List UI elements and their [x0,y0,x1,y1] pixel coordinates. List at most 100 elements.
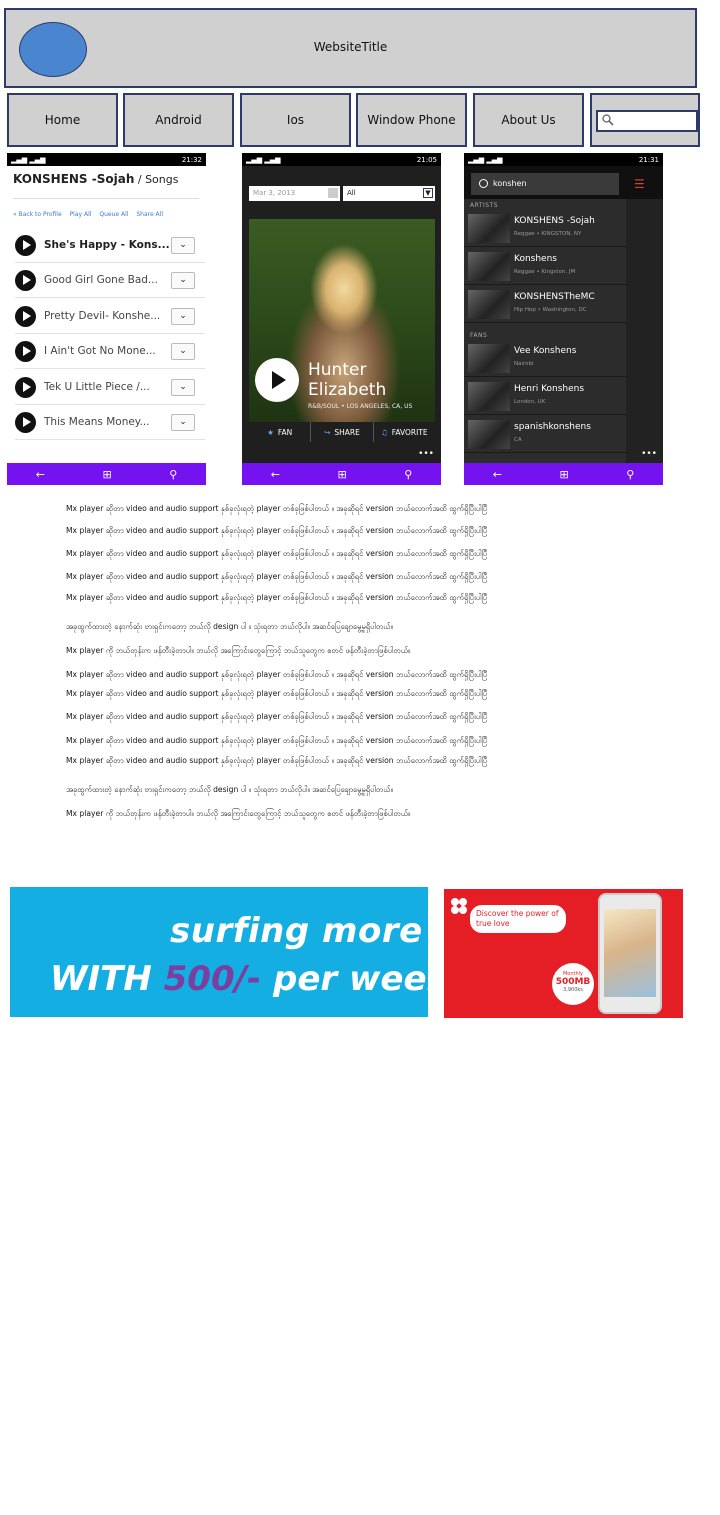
status-time: 21:05 [416,155,437,164]
song-title: She's Happy - Kons... [44,239,170,251]
search-input[interactable]: konshen [471,173,619,195]
more-icon[interactable]: ••• [418,449,434,459]
text-line: Mx player ဆိုတာ video and audio support … [66,504,488,513]
text-line: Mx player ဆိုတာ video and audio support … [66,593,488,602]
play-icon[interactable] [15,270,36,291]
menu-icon[interactable]: ☰ [634,177,645,191]
back-arrow-icon[interactable]: ← [493,468,502,481]
nav-home[interactable]: Home [7,93,118,147]
artist-thumbnail [468,214,510,243]
text-line: Mx player ကို ဘယ်တုန်းက ဖန်တီးခဲ့တာပါ။ ဘ… [66,809,411,818]
play-icon[interactable] [15,235,36,256]
result-meta: Nairobi [514,361,534,367]
filter-select[interactable]: All ▼ [343,186,435,201]
signal-icon: ▂▄▆ ▂▄▆ [468,155,503,164]
date-field[interactable]: Mar 3, 2013 [249,186,340,201]
search-query: konshen [493,179,527,188]
song-row[interactable]: Pretty Devil- Konshe... ⌄ [15,300,205,334]
share-button[interactable]: ↪ SHARE [311,422,374,442]
text-line: Mx player ဆိုတာ video and audio support … [66,756,488,765]
nav-window-phone[interactable]: Window Phone [356,93,467,147]
signal-icon: ▂▄▆ ▂▄▆ [246,155,281,164]
search-icon [602,114,614,126]
queue-all-link[interactable]: Queue All [99,211,128,218]
artist-result[interactable]: KONSHENS -Sojah Reggae • KINGSTON, NY [464,210,626,247]
chevron-down-icon[interactable]: ⌄ [171,414,195,431]
badge-data: 500MB [555,977,591,987]
ad-text: per week [272,959,428,999]
artist-result[interactable]: Konshens Reggae • Kingston, JM [464,248,626,285]
ad-text: WITH [50,959,164,999]
play-all-link[interactable]: Play All [70,211,92,218]
share-all-link[interactable]: Share All [136,211,163,218]
phone-image [598,893,662,1014]
ad-banner-true-love[interactable]: Discover the power of true love Monthly … [444,889,683,1018]
chevron-down-icon[interactable]: ⌄ [171,308,195,325]
search-results: ARTISTS KONSHENS -Sojah Reggae • KINGSTON… [464,199,626,463]
chevron-down-icon[interactable]: ▼ [423,188,433,198]
song-row[interactable]: This Means Money... ⌄ [15,406,205,440]
chevron-down-icon[interactable]: ⌄ [171,237,195,254]
play-icon[interactable] [15,377,36,398]
search-icon[interactable]: ⚲ [626,468,634,481]
status-time: 21:31 [638,155,659,164]
song-title: This Means Money... [44,416,150,428]
text-line: Mx player ဆိုတာ video and audio support … [66,549,488,558]
song-row[interactable]: She's Happy - Kons... ⌄ [15,229,205,263]
nav-ios[interactable]: Ios [240,93,351,147]
search-icon[interactable]: ⚲ [169,468,177,481]
back-arrow-icon[interactable]: ← [271,468,280,481]
result-meta: Reggae • KINGSTON, NY [514,231,582,237]
song-actions: « Back to Profile Play All Queue All Sha… [13,211,169,218]
song-row[interactable]: Tek U Little Piece /... ⌄ [15,371,205,405]
song-title: Good Girl Gone Bad... [44,274,158,286]
chevron-down-icon[interactable]: ⌄ [171,272,195,289]
chevron-down-icon[interactable]: ⌄ [171,343,195,360]
calendar-icon[interactable] [328,188,338,198]
search-icon[interactable]: ⚲ [404,468,412,481]
artist-thumbnail [468,290,510,319]
text-line: Mx player ဆိုတာ video and audio support … [66,572,488,581]
play-icon[interactable] [255,358,299,402]
search-box [590,93,700,147]
more-icon[interactable]: ••• [641,449,657,459]
fan-button[interactable]: ★ FAN [249,422,312,442]
select-value: All [347,189,356,197]
back-to-profile-link[interactable]: « Back to Profile [13,211,62,218]
artist-result[interactable]: KONSHENSTheMC Hip Hop • Washington, DC [464,286,626,323]
fan-result[interactable]: Henri Konshens London, UK [464,378,626,415]
favorite-label: FAVORITE [391,427,428,437]
ad-subline: WITH 500/- per week [50,959,428,999]
header-banner: WebsiteTitle [4,8,697,88]
chevron-down-icon[interactable]: ⌄ [171,379,195,396]
fan-result[interactable]: spanishkonshens CA [464,416,626,453]
background-panel [626,199,663,463]
fan-result[interactable]: Vee Konshens Nairobi [464,340,626,377]
favorite-button[interactable]: ♫ FAVORITE [374,422,435,442]
song-row[interactable]: I Ain't Got No Mone... ⌄ [15,335,205,369]
windows-icon[interactable]: ⊞ [559,468,568,481]
song-row[interactable]: Good Girl Gone Bad... ⌄ [15,264,205,298]
play-icon[interactable] [15,341,36,362]
result-meta: Hip Hop • Washington, DC [514,307,587,313]
text-line: Mx player ကို ဘယ်တုန်းက ဖန်တီးခဲ့တာပါ။ ဘ… [66,646,411,655]
ad-banner-surfing[interactable]: surfing more WITH 500/- per week [10,887,428,1017]
phone-navbar: ← ⊞ ⚲ [7,463,206,485]
windows-icon[interactable]: ⊞ [337,468,346,481]
nav-android[interactable]: Android [123,93,234,147]
fan-label: FAN [277,427,293,437]
search-input[interactable] [596,110,698,132]
phone-navbar: ← ⊞ ⚲ [242,463,441,485]
windows-icon[interactable]: ⊞ [102,468,111,481]
nav-about-us[interactable]: About Us [473,93,584,147]
artist-genre: R&B/SOUL • LOS ANGELES, CA, US [308,403,413,410]
result-name: Vee Konshens [514,346,577,356]
artist-thumbnail [468,252,510,281]
result-meta: Reggae • Kingston, JM [514,269,576,275]
play-icon[interactable] [15,412,36,433]
phone-screen [604,909,656,997]
play-icon[interactable] [15,306,36,327]
text-line: Mx player ဆိုတာ video and audio support … [66,736,488,745]
phone-screenshot-artist: ▂▄▆ ▂▄▆ 21:05 Mar 3, 2013 All ▼ Hunter Eli… [242,153,441,485]
back-arrow-icon[interactable]: ← [36,468,45,481]
